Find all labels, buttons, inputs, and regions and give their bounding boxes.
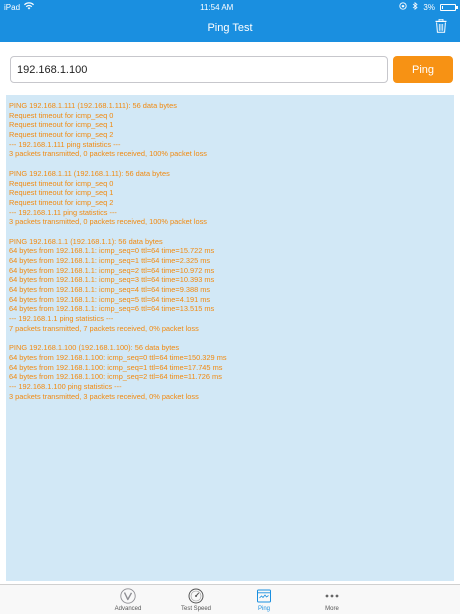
output-line: 3 packets transmitted, 0 packets receive… (9, 217, 208, 227)
output-line: 7 packets transmitted, 7 packets receive… (9, 323, 199, 333)
vine-icon (120, 588, 136, 604)
ping-button[interactable]: Ping (393, 56, 453, 83)
tab-label: Test Speed (180, 606, 212, 612)
ping-window-icon (256, 588, 272, 604)
tab-label: Advanced (114, 606, 142, 612)
device-label: iPad (4, 2, 21, 12)
output-line: 64 bytes from 192.168.1.1: icmp_seq=5 tt… (9, 294, 211, 304)
status-left: iPad (4, 2, 35, 12)
output-line: 3 packets transmitted, 0 packets receive… (9, 149, 208, 159)
output-line: 64 bytes from 192.168.1.100: icmp_seq=0 … (9, 352, 227, 362)
output-line: --- 192.168.1.11 ping statistics --- (9, 207, 117, 217)
output-line: Request timeout for icmp_seq 1 (9, 188, 114, 198)
output-line: 64 bytes from 192.168.1.1: icmp_seq=4 tt… (9, 285, 211, 295)
tab-ping[interactable]: Ping (230, 585, 298, 614)
tab-test-speed[interactable]: Test Speed (162, 585, 230, 614)
tab-label: Ping (257, 606, 270, 612)
output-line: --- 192.168.1.1 ping statistics --- (9, 314, 114, 324)
tab-more[interactable]: More (298, 585, 366, 614)
wifi-icon (24, 2, 35, 12)
more-dots-icon (324, 588, 340, 604)
status-bar: iPad 11:54 AM 3% (0, 0, 460, 14)
output-line: 64 bytes from 192.168.1.1: icmp_seq=1 tt… (9, 256, 211, 265)
output-line: PING 192.168.1.100 (192.168.1.100): 56 d… (9, 343, 180, 353)
battery-percent: 3% (423, 2, 435, 12)
tab-advanced[interactable]: Advanced (94, 585, 162, 614)
clear-button[interactable] (432, 18, 450, 38)
output-line: 3 packets transmitted, 3 packets receive… (9, 391, 199, 401)
output-line: --- 192.168.1.100 ping statistics --- (9, 381, 122, 391)
output-line: PING 192.168.1.1 (192.168.1.1): 56 data … (9, 236, 163, 246)
battery-icon (439, 3, 458, 11)
bluetooth-icon (412, 1, 419, 12)
orientation-lock-icon (399, 2, 408, 12)
output-line: PING 192.168.1.11 (192.168.1.11): 56 dat… (9, 168, 170, 178)
ip-address-input[interactable] (10, 56, 388, 83)
ping-output-log[interactable]: PING 192.168.1.111 (192.168.1.111): 56 d… (6, 95, 454, 581)
output-line: 64 bytes from 192.168.1.1: icmp_seq=0 tt… (9, 246, 215, 256)
speedometer-icon (188, 588, 204, 604)
output-line: Request timeout for icmp_seq 2 (9, 130, 114, 140)
output-line: 64 bytes from 192.168.1.1: icmp_seq=3 tt… (9, 275, 215, 285)
output-line: 64 bytes from 192.168.1.100: icmp_seq=1 … (9, 362, 223, 372)
ping-input-row: Ping (0, 42, 460, 94)
trash-icon (435, 18, 447, 38)
output-line: Request timeout for icmp_seq 0 (9, 178, 114, 188)
page-title: Ping Test (207, 22, 253, 34)
output-line: 64 bytes from 192.168.1.1: icmp_seq=6 tt… (9, 304, 215, 314)
output-line: Request timeout for icmp_seq 0 (9, 110, 114, 120)
tab-bar: Advanced Test Speed Ping More (0, 584, 460, 614)
output-line: Request timeout for icmp_seq 1 (9, 120, 114, 130)
status-time: 11:54 AM (200, 2, 234, 12)
output-line: --- 192.168.1.111 ping statistics --- (9, 139, 121, 149)
tab-label: More (325, 606, 339, 612)
output-line: Request timeout for icmp_seq 2 (9, 197, 114, 207)
status-right: 3% (399, 1, 458, 12)
output-line: PING 192.168.1.111 (192.168.1.111): 56 d… (9, 101, 177, 110)
output-line: 64 bytes from 192.168.1.100: icmp_seq=2 … (9, 372, 222, 382)
output-line: 64 bytes from 192.168.1.1: icmp_seq=2 tt… (9, 265, 215, 275)
nav-bar: Ping Test (0, 14, 460, 42)
